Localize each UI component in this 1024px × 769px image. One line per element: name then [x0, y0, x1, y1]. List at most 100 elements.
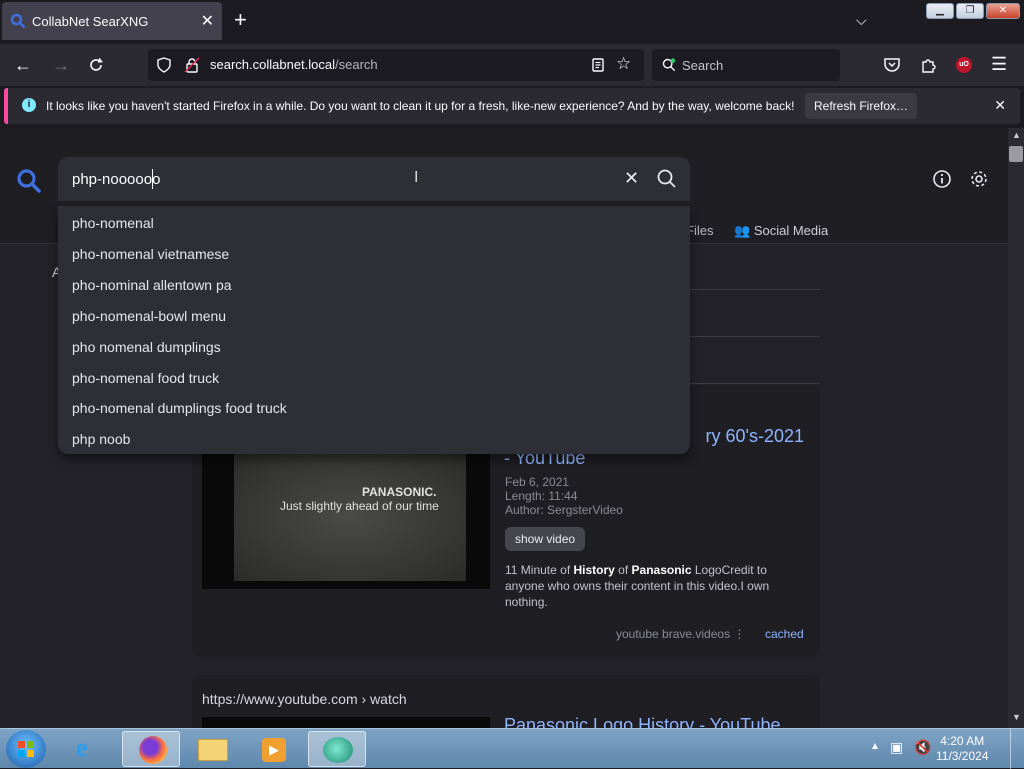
about-info-icon[interactable]: [932, 169, 952, 189]
window-close-button[interactable]: ✕: [986, 3, 1020, 19]
scroll-up-arrow-icon[interactable]: ▲: [1012, 130, 1021, 140]
more-vertical-icon: ⋮: [733, 627, 746, 641]
forward-arrow-icon[interactable]: →: [52, 55, 70, 76]
refresh-firefox-notification: i It looks like you haven't started Fire…: [4, 88, 1020, 124]
url-path: /search: [335, 57, 378, 72]
search-submit-icon[interactable]: [656, 168, 678, 190]
result-title[interactable]: Panasonic Logo History - YouTube: [504, 715, 781, 728]
thumbnail-slogan-text: Just slightly ahead of our time: [280, 499, 439, 513]
desc-text: of: [614, 563, 632, 577]
taskbar-internet-explorer[interactable]: e: [60, 731, 118, 767]
ublock-origin-icon[interactable]: uO: [956, 57, 972, 73]
page-scrollbar[interactable]: ▲ ▼: [1008, 128, 1024, 728]
category-social-media[interactable]: 👥 Social Media: [734, 223, 828, 239]
clock-date: 11/3/2024: [936, 749, 989, 763]
extensions-puzzle-icon[interactable]: [920, 56, 938, 74]
list-all-tabs-icon[interactable]: ⌵: [856, 12, 867, 29]
info-icon: i: [22, 98, 36, 112]
desc-text: 11 Minute of: [505, 563, 574, 577]
taskbar-firefox[interactable]: [122, 731, 180, 767]
volume-muted-icon[interactable]: 🔇: [914, 739, 931, 756]
divider: [690, 383, 820, 384]
taskbar-media-player[interactable]: ▶: [246, 731, 304, 767]
url-bar[interactable]: search.collabnet.local/search ☆: [148, 49, 644, 81]
system-clock[interactable]: 4:20 AM 11/3/2024: [936, 734, 989, 764]
show-desktop-button[interactable]: [1010, 729, 1024, 769]
desc-highlight: History: [573, 563, 615, 577]
firefox-icon: [139, 736, 167, 764]
show-video-button[interactable]: show video: [505, 527, 586, 551]
insecure-lock-icon[interactable]: [184, 57, 200, 73]
notification-close-icon[interactable]: ✕: [994, 97, 1006, 114]
search-input[interactable]: php-noooooo: [72, 171, 160, 188]
searxng-logo-icon[interactable]: [16, 168, 42, 194]
search-icon: [662, 58, 676, 72]
tracking-shield-icon[interactable]: [156, 57, 172, 73]
suggestion-item[interactable]: php noob: [72, 431, 130, 447]
back-arrow-icon[interactable]: ←: [14, 55, 32, 76]
suggestion-item[interactable]: pho-nomenal-bowl menu: [72, 308, 226, 324]
suggestion-item[interactable]: pho-nominal allentown pa: [72, 277, 232, 293]
search-box[interactable]: php-noooooo I ✕: [58, 157, 690, 201]
tab-close-icon[interactable]: ✕: [201, 11, 214, 31]
pocket-icon[interactable]: [883, 56, 901, 74]
suggestion-item[interactable]: pho-nomenal food truck: [72, 370, 219, 386]
network-icon[interactable]: ▣: [890, 739, 903, 756]
minimize-button[interactable]: ▁: [926, 3, 954, 19]
result-url[interactable]: https://www.youtube.com › watch: [202, 691, 407, 707]
scrollbar-thumb[interactable]: [1009, 146, 1023, 162]
divider: [690, 289, 820, 290]
result-length: Length: 11:44: [505, 489, 578, 503]
reader-view-icon[interactable]: [590, 57, 606, 73]
text-caret: [152, 169, 153, 189]
start-button[interactable]: [6, 730, 46, 768]
second-result-card: https://www.youtube.com › watch Panasoni…: [192, 675, 820, 728]
result-engines-text: youtube brave.videos: [616, 627, 731, 641]
preferences-gear-icon[interactable]: [968, 168, 990, 190]
windows-logo-icon: [18, 741, 34, 757]
maximize-button[interactable]: ❐: [956, 3, 984, 19]
clear-search-icon[interactable]: ✕: [624, 168, 639, 189]
app-menu-hamburger-icon[interactable]: ☰: [991, 54, 1007, 75]
suggestion-item[interactable]: pho-nomenal: [72, 215, 154, 231]
app-icon: [323, 737, 353, 763]
page-content: php-noooooo I ✕ pho-nomenal pho-nomenal …: [0, 128, 1008, 728]
video-thumbnail[interactable]: PANASONIC. Just slightly ahead of our ti…: [202, 445, 490, 589]
category-files[interactable]: Files: [686, 223, 713, 238]
users-icon: 👥: [734, 223, 754, 238]
clock-time: 4:20 AM: [940, 734, 985, 748]
result-date: Feb 6, 2021: [505, 475, 570, 489]
taskbar-file-explorer[interactable]: [184, 731, 242, 767]
windows-taskbar: e ▶ ▲ ▣ 🔇 4:20 AM 11/3/2024: [0, 728, 1024, 769]
url-host: search.collabnet.local: [210, 57, 336, 72]
folder-icon: [198, 739, 228, 761]
navigation-toolbar: ← → search.collabnet.local/search ☆ Sear…: [0, 44, 1024, 86]
suggestion-item[interactable]: pho-nomenal vietnamese: [72, 246, 229, 262]
mouse-ibeam-cursor: I: [414, 169, 419, 186]
suggestion-item[interactable]: pho nomenal dumplings: [72, 339, 221, 355]
bookmark-star-icon[interactable]: ☆: [616, 54, 631, 74]
notification-message: It looks like you haven't started Firefo…: [46, 99, 795, 113]
refresh-firefox-button[interactable]: Refresh Firefox…: [805, 93, 917, 119]
scroll-down-arrow-icon[interactable]: ▼: [1012, 712, 1021, 722]
internet-explorer-icon: e: [76, 733, 88, 762]
reload-icon[interactable]: [88, 57, 104, 73]
new-tab-button[interactable]: +: [234, 9, 247, 31]
tab-title: CollabNet SearXNG: [32, 14, 149, 29]
cached-link[interactable]: cached: [765, 627, 804, 641]
category-social-media-label: Social Media: [753, 223, 829, 238]
suggestion-item[interactable]: pho-nomenal dumplings food truck: [72, 400, 287, 416]
toolbar-search-placeholder: Search: [682, 58, 724, 73]
taskbar-app[interactable]: [308, 731, 366, 767]
result-author: Author: SergsterVideo: [505, 503, 623, 517]
toolbar-search-box[interactable]: Search: [652, 49, 840, 81]
browser-tab[interactable]: CollabNet SearXNG ✕: [2, 2, 222, 40]
result-description: 11 Minute of History of Panasonic LogoCr…: [505, 562, 805, 610]
thumbnail-frame: PANASONIC. Just slightly ahead of our ti…: [234, 453, 466, 581]
divider: [690, 336, 820, 337]
media-player-icon: ▶: [262, 738, 286, 762]
show-hidden-icons-arrow[interactable]: ▲: [870, 741, 880, 752]
url-text: search.collabnet.local/search: [210, 57, 378, 72]
autocomplete-suggestions: pho-nomenal pho-nomenal vietnamese pho-n…: [58, 206, 690, 454]
video-thumbnail[interactable]: [202, 717, 490, 728]
